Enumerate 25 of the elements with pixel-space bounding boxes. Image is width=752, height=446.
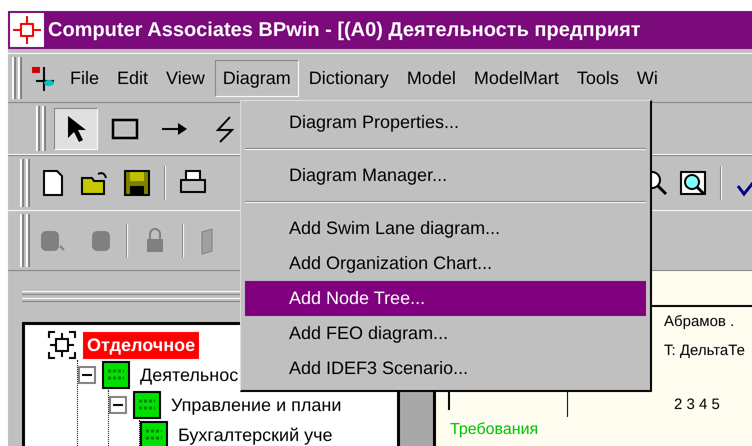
arrow-label: Требования <box>450 420 540 440</box>
menu-item[interactable]: Add Node Tree... <box>245 281 646 316</box>
menu-item[interactable]: Wi <box>628 60 666 96</box>
menu-item[interactable]: Add FEO diagram... <box>245 316 646 351</box>
menu-item[interactable]: ModelMart <box>466 60 567 96</box>
menu-item[interactable]: Diagram <box>214 60 299 96</box>
project-text: T: ДельтаТе <box>664 340 745 360</box>
menu-item[interactable]: Edit <box>109 60 156 96</box>
column-numbers: 2 3 4 5 <box>673 395 721 415</box>
tree-item[interactable]: Управление и плани <box>167 392 346 418</box>
menu-item[interactable]: Model <box>398 60 464 96</box>
menu-item[interactable]: File <box>62 60 108 96</box>
menu-item[interactable]: Diagram Properties... <box>245 105 646 140</box>
tree-item[interactable]: Отделочное <box>83 332 200 358</box>
tree-item[interactable]: Деятельнос <box>136 362 242 388</box>
menu-item[interactable]: Diagram Manager... <box>245 158 646 193</box>
menu-item[interactable]: Dictionary <box>300 60 397 96</box>
menu-item[interactable]: Add IDEF3 Scenario... <box>245 351 646 386</box>
window-title: Computer Associates BPwin - [(A0) Деятельность предприят <box>48 18 641 43</box>
menu-item[interactable]: View <box>158 60 213 96</box>
author-text: Абрамов . <box>664 312 736 332</box>
menu-item[interactable]: Add Organization Chart... <box>245 246 646 281</box>
menu-item[interactable]: Tools <box>568 60 627 96</box>
menu-item[interactable]: Add Swim Lane diagram... <box>245 211 646 246</box>
tree-item[interactable]: Бухгалтерский уче <box>174 422 337 446</box>
